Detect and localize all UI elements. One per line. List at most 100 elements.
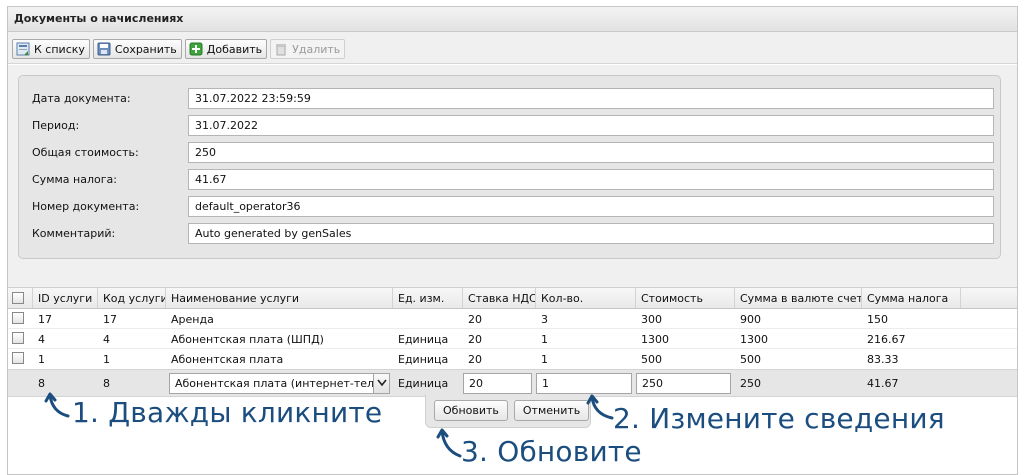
- edit-tax: 41.67: [867, 377, 899, 390]
- field-label: Сумма налога:: [32, 173, 117, 186]
- grid-header: ID услуги Код услуги Наименование услуги…: [8, 287, 1017, 309]
- column-header[interactable]: Ставка НДС: [463, 288, 536, 308]
- row-checkbox[interactable]: [12, 352, 24, 364]
- vat-input[interactable]: 20: [463, 373, 532, 394]
- form-area: Дата документа: 31.07.2022 23:59:59 Пери…: [8, 65, 1017, 293]
- step2-arrow-icon: [586, 394, 614, 420]
- cell: 4: [38, 333, 45, 346]
- cell: 1: [541, 353, 548, 366]
- tax-sum-input[interactable]: 41.67: [188, 169, 994, 190]
- cell: 1: [103, 353, 110, 366]
- cell: 1300: [740, 333, 768, 346]
- save-label: Сохранить: [114, 42, 177, 56]
- cancel-button[interactable]: Отменить: [513, 400, 590, 421]
- add-button[interactable]: Добавить: [184, 39, 268, 59]
- row-checkbox[interactable]: [12, 312, 24, 324]
- cell: 300: [641, 313, 662, 326]
- services-grid: ID услуги Код услуги Наименование услуги…: [8, 287, 1017, 397]
- select-all-column: [8, 288, 33, 308]
- cell: Единица: [398, 333, 449, 346]
- field-label: Комментарий:: [32, 227, 116, 240]
- panel-title: Документы о начислениях: [8, 7, 1017, 32]
- cell: 500: [740, 353, 761, 366]
- column-header[interactable]: Наименование услуги: [166, 288, 393, 308]
- field-label: Номер документа:: [32, 200, 140, 213]
- cell: 17: [38, 313, 52, 326]
- table-row[interactable]: 4 4 Абонентская плата (ШПД) Единица 20 1…: [8, 329, 1017, 349]
- cell: [393, 309, 463, 328]
- column-header[interactable]: ID услуги: [33, 288, 98, 308]
- row-editor-spacer: [8, 370, 33, 396]
- column-header[interactable]: Сумма в валюте счета: [735, 288, 862, 308]
- field-label: Дата документа:: [32, 92, 131, 105]
- field-period: Период: 31.07.2022: [19, 115, 1000, 137]
- edit-name-cell: Абонентская плата (интернет-телефония): [166, 370, 393, 396]
- table-row[interactable]: 1 1 Абонентская плата Единица 20 1 500 5…: [8, 349, 1017, 369]
- service-name-value: Абонентская плата (интернет-телефония): [175, 377, 390, 390]
- back-to-list-label: К списку: [34, 42, 85, 56]
- cell: 4: [103, 333, 110, 346]
- table-row[interactable]: 17 17 Аренда 20 3 300 900 150: [8, 309, 1017, 329]
- delete-icon: [274, 42, 288, 56]
- step3-annotation: 3. Обновите: [461, 435, 642, 468]
- cell: 1: [38, 353, 45, 366]
- column-header[interactable]: Код услуги: [98, 288, 166, 308]
- column-header[interactable]: Сумма налога: [862, 288, 961, 308]
- back-to-list-icon: [16, 42, 30, 56]
- cell: 20: [468, 333, 482, 346]
- cell: 20: [468, 313, 482, 326]
- delete-button[interactable]: Удалить: [270, 39, 346, 59]
- add-label: Добавить: [206, 42, 263, 56]
- document-number-input[interactable]: default_operator36: [188, 196, 994, 217]
- field-total-cost: Общая стоимость: 250: [19, 142, 1000, 164]
- document-form: Дата документа: 31.07.2022 23:59:59 Пери…: [18, 75, 1001, 259]
- column-header[interactable]: Кол-во.: [536, 288, 636, 308]
- add-icon: [189, 42, 203, 56]
- row-editor-buttons: Обновить Отменить: [425, 394, 591, 428]
- row-checkbox-cell: [8, 329, 33, 348]
- period-input[interactable]: 31.07.2022: [188, 115, 994, 136]
- column-header[interactable]: Стоимость: [636, 288, 735, 308]
- cell: Абонентская плата (ШПД): [171, 333, 324, 346]
- cell: Единица: [398, 353, 449, 366]
- field-comment: Комментарий: Auto generated by genSales: [19, 223, 1000, 245]
- cell: 900: [740, 313, 761, 326]
- edit-sum: 250: [740, 377, 761, 390]
- quantity-input[interactable]: 1: [536, 373, 632, 394]
- update-button[interactable]: Обновить: [434, 400, 508, 421]
- row-checkbox-cell: [8, 309, 33, 328]
- column-header[interactable]: Ед. изм.: [393, 288, 463, 308]
- save-icon: [97, 42, 111, 56]
- field-label: Общая стоимость:: [32, 146, 139, 159]
- cell: 500: [641, 353, 662, 366]
- cell: 17: [103, 313, 117, 326]
- cell: 150: [867, 313, 888, 326]
- service-name-select[interactable]: Абонентская плата (интернет-телефония): [169, 373, 390, 394]
- cell: 20: [468, 353, 482, 366]
- edit-cost-cell: 250: [636, 370, 735, 396]
- edit-qty-cell: 1: [536, 370, 636, 396]
- step1-annotation: 1. Дважды кликните: [72, 396, 383, 429]
- field-tax-sum: Сумма налога: 41.67: [19, 169, 1000, 191]
- chevron-down-icon[interactable]: [373, 374, 389, 393]
- total-cost-input[interactable]: 250: [188, 142, 994, 163]
- cell: 1: [541, 333, 548, 346]
- row-checkbox-cell: [8, 349, 33, 369]
- cell: 83.33: [867, 353, 899, 366]
- cost-input[interactable]: 250: [636, 373, 731, 394]
- cell: Аренда: [171, 313, 214, 326]
- back-to-list-button[interactable]: К списку: [12, 39, 90, 59]
- step1-arrow-icon: [44, 392, 70, 418]
- edit-unit: Единица: [398, 377, 449, 390]
- save-button[interactable]: Сохранить: [92, 39, 182, 59]
- field-document-date: Дата документа: 31.07.2022 23:59:59: [19, 88, 1000, 110]
- toolbar: К списку Сохранить Добавить Удалить: [8, 32, 1017, 64]
- row-checkbox[interactable]: [12, 332, 24, 344]
- step2-annotation: 2. Измените сведения: [613, 402, 945, 435]
- document-date-input[interactable]: 31.07.2022 23:59:59: [188, 88, 994, 109]
- row-editor: 8 8 Абонентская плата (интернет-телефони…: [8, 369, 1017, 397]
- field-label: Период:: [32, 119, 80, 132]
- edit-vat-cell: 20: [463, 370, 536, 396]
- comment-input[interactable]: Auto generated by genSales: [188, 223, 994, 244]
- select-all-checkbox[interactable]: [12, 292, 24, 304]
